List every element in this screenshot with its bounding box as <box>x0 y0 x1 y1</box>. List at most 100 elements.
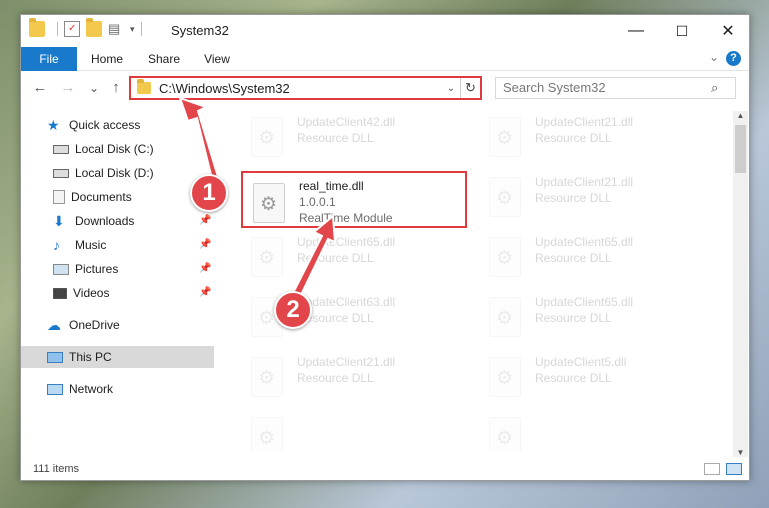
pin-icon[interactable]: 📌 <box>199 282 211 304</box>
dll-file-icon <box>251 357 283 397</box>
scroll-thumb[interactable] <box>735 125 746 173</box>
file-explorer-window: ✓ ▤ ▾ System32 — ☐ ✕ File Home Share Vie… <box>20 14 750 481</box>
ribbon-tabs: File Home Share View ⌄ ? <box>21 47 749 71</box>
minimize-button[interactable]: — <box>613 15 659 47</box>
sidebar-item-pictures[interactable]: Pictures 📌 <box>21 258 214 280</box>
sidebar-item-downloads[interactable]: ⬇ Downloads 📌 <box>21 210 214 232</box>
sidebar-item-label: Documents <box>71 190 132 204</box>
file-list: UpdateClient42.dll Resource DLL UpdateCl… <box>227 111 733 451</box>
pin-icon[interactable]: 📌 <box>199 258 211 280</box>
pin-icon[interactable]: 📌 <box>199 234 211 256</box>
download-icon: ⬇ <box>53 213 65 229</box>
sidebar-item-quick-access[interactable]: ★ Quick access <box>21 114 214 136</box>
address-path[interactable]: C:\Windows\System32 <box>159 81 442 96</box>
file-item[interactable]: UpdateClient42.dll Resource DLL <box>241 113 471 165</box>
chevron-down-icon[interactable]: ⌄ <box>442 83 460 94</box>
file-item[interactable]: UpdateClient65.dll Resource DLL <box>241 233 471 285</box>
file-name: UpdateClient21.dll <box>535 175 634 189</box>
toolbar-divider <box>57 22 58 36</box>
file-name: UpdateClient65.dll <box>535 295 634 309</box>
customize-dropdown-icon[interactable]: ▾ <box>130 24 135 35</box>
highlighted-file-item[interactable]: real_time.dll 1.0.0.1 RealTime Module <box>241 171 467 228</box>
file-description: Resource DLL <box>535 251 612 265</box>
sidebar-item-videos[interactable]: Videos 📌 <box>21 282 214 304</box>
dll-file-icon <box>251 237 283 277</box>
drive-icon <box>53 144 69 154</box>
sidebar-item-label: This PC <box>69 350 112 364</box>
file-description: Resource DLL <box>535 311 612 325</box>
sidebar-item-network[interactable]: Network <box>21 378 214 400</box>
sidebar-item-local-disk-d[interactable]: Local Disk (D:) <box>21 162 214 184</box>
back-button[interactable]: ← <box>29 77 51 99</box>
help-icon[interactable]: ? <box>726 51 741 66</box>
tab-share[interactable]: Share <box>143 47 185 71</box>
videos-icon <box>53 287 67 299</box>
properties-icon[interactable]: ✓ <box>64 21 80 37</box>
file-item[interactable] <box>479 413 709 451</box>
sidebar-item-local-disk-c[interactable]: Local Disk (C:) <box>21 138 214 160</box>
new-folder-icon[interactable] <box>86 18 102 37</box>
status-bar: 111 items <box>21 459 749 481</box>
file-name: UpdateClient42.dll <box>297 115 396 129</box>
pictures-icon <box>53 263 69 275</box>
dll-file-icon <box>251 117 283 157</box>
sidebar-item-label: Local Disk (D:) <box>75 166 154 180</box>
vertical-scrollbar[interactable]: ▲ ▼ <box>733 111 748 457</box>
sidebar-item-documents[interactable]: Documents 📌 <box>21 186 214 208</box>
computer-icon <box>47 351 63 363</box>
forward-button[interactable]: → <box>57 77 79 99</box>
search-input[interactable]: Search System32 <box>495 77 736 99</box>
file-item[interactable]: UpdateClient5.dll Resource DLL <box>479 353 709 405</box>
sidebar-item-label: Pictures <box>75 262 119 276</box>
scroll-up-icon[interactable]: ▲ <box>733 111 748 120</box>
file-item[interactable]: UpdateClient65.dll Resource DLL <box>479 233 709 285</box>
file-description: Resource DLL <box>297 371 374 385</box>
dll-file-icon <box>489 237 521 277</box>
up-button[interactable]: ↑ <box>105 77 127 99</box>
scroll-down-icon[interactable]: ▼ <box>733 448 748 457</box>
sidebar-item-this-pc[interactable]: This PC <box>21 346 214 368</box>
toolbar-divider <box>140 22 142 36</box>
quick-access-toolbar: ✓ ▤ ▾ <box>29 18 148 37</box>
address-bar[interactable]: C:\Windows\System32 ⌄ ↻ <box>129 76 482 100</box>
sidebar-item-onedrive[interactable]: ☁ OneDrive <box>21 314 214 336</box>
file-name: UpdateClient21.dll <box>297 355 396 369</box>
title-bar: ✓ ▤ ▾ System32 — ☐ ✕ <box>21 15 749 47</box>
file-description: Resource DLL <box>297 131 374 145</box>
large-icons-view-icon[interactable] <box>726 463 742 475</box>
sidebar-item-label: OneDrive <box>69 318 120 332</box>
tab-home[interactable]: Home <box>85 47 129 71</box>
sidebar-item-label: Local Disk (C:) <box>75 142 154 156</box>
item-count: 111 items <box>33 463 80 475</box>
file-description: Resource DLL <box>297 251 374 265</box>
refresh-button[interactable]: ↻ <box>460 78 480 98</box>
file-item[interactable]: real_time.dll 1.0.0.1 RealTime Module <box>243 177 473 229</box>
file-description: RealTime Module <box>299 211 393 225</box>
sidebar-item-music[interactable]: ♪ Music 📌 <box>21 234 214 256</box>
file-item[interactable] <box>241 413 471 451</box>
folder-icon[interactable] <box>29 18 45 37</box>
pin-icon[interactable]: 📌 <box>199 210 211 232</box>
expand-ribbon-icon[interactable]: ⌄ <box>709 50 719 64</box>
file-name: UpdateClient21.dll <box>535 115 634 129</box>
file-item[interactable]: UpdateClient21.dll Resource DLL <box>241 353 471 405</box>
close-button[interactable]: ✕ <box>705 15 751 47</box>
tab-view[interactable]: View <box>199 47 235 71</box>
file-item[interactable]: UpdateClient65.dll Resource DLL <box>479 293 709 345</box>
details-view-icon[interactable] <box>704 463 720 475</box>
recent-locations-button[interactable]: ⌄ <box>83 77 105 99</box>
dll-file-icon <box>489 177 521 217</box>
search-icon[interactable]: ⌕ <box>711 80 718 96</box>
dll-file-icon <box>489 357 521 397</box>
sidebar-item-label: Network <box>69 382 114 396</box>
file-item[interactable]: UpdateClient21.dll Resource DLL <box>479 113 709 165</box>
customize-toolbar-icon[interactable]: ▤ <box>108 21 124 37</box>
file-item[interactable]: UpdateClient21.dll Resource DLL <box>479 173 709 225</box>
maximize-button[interactable]: ☐ <box>659 15 705 47</box>
sidebar-item-label: Music <box>75 238 107 252</box>
window-title: System32 <box>171 23 229 38</box>
dll-file-icon <box>253 183 285 223</box>
sidebar-item-label: Quick access <box>69 118 141 132</box>
step-1-badge: 1 <box>190 174 228 212</box>
tab-file[interactable]: File <box>21 47 77 71</box>
